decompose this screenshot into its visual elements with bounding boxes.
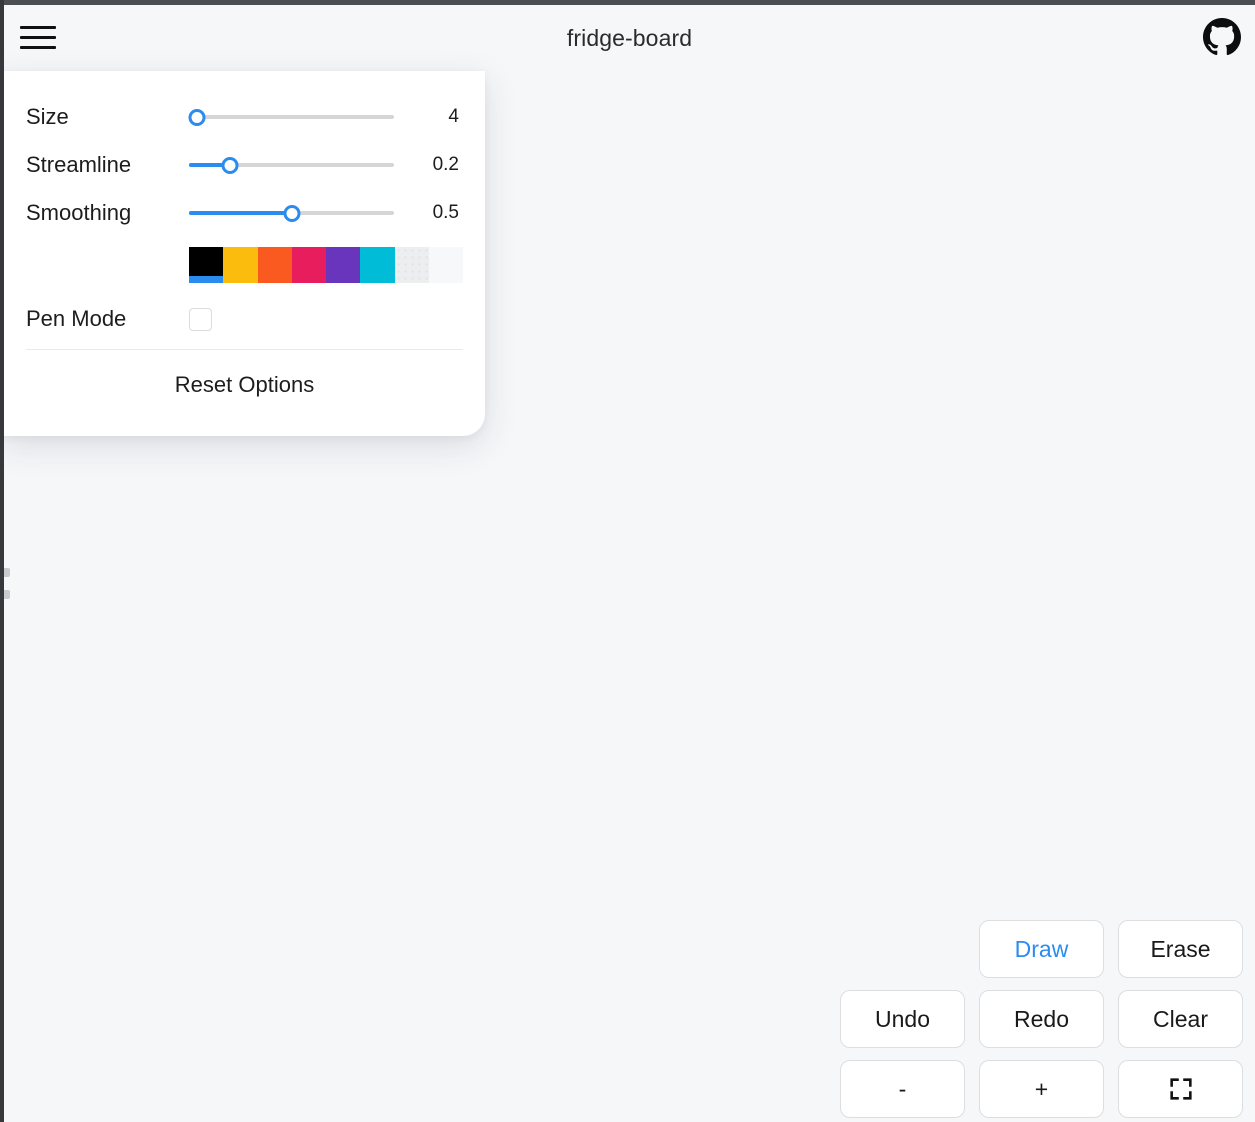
toolbar: Draw Erase Undo Redo Clear - +: [840, 920, 1243, 1118]
streamline-slider[interactable]: [189, 154, 394, 176]
color-swatch-transparent[interactable]: [394, 247, 429, 283]
slider-fill: [189, 211, 292, 215]
slider-thumb[interactable]: [283, 204, 300, 222]
window-left-edge: [0, 0, 4, 1122]
app-header: fridge-board: [4, 5, 1255, 69]
erase-label: Erase: [1150, 935, 1211, 962]
fullscreen-button[interactable]: [1118, 1060, 1243, 1118]
undo-label: Undo: [875, 1005, 930, 1032]
color-swatch-pink[interactable]: [291, 247, 326, 283]
zoom-out-button[interactable]: -: [840, 1060, 965, 1118]
option-label-pen-mode: Pen Mode: [26, 306, 127, 331]
option-label-streamline: Streamline: [26, 152, 132, 177]
app-root: fridge-board Size 4 Streamline 0.2 Smoot…: [4, 5, 1255, 1122]
drawer-handle-mark: [4, 568, 10, 577]
color-swatch-purple[interactable]: [326, 247, 361, 283]
drawer-handle[interactable]: [4, 568, 10, 608]
option-row-streamline: Streamline 0.2: [26, 141, 463, 189]
window-top-edge: [0, 0, 1255, 5]
drawer-handle-mark: [4, 590, 10, 599]
slider-thumb[interactable]: [188, 108, 206, 126]
draw-button[interactable]: Draw: [979, 920, 1104, 978]
option-label-smoothing: Smoothing: [26, 200, 132, 225]
redo-label: Redo: [1014, 1005, 1069, 1032]
slider-track: [189, 115, 394, 119]
option-row-smoothing: Smoothing 0.5: [26, 189, 463, 237]
option-value-streamline: 0.2: [432, 154, 459, 175]
color-swatch-amber[interactable]: [223, 247, 258, 283]
erase-button[interactable]: Erase: [1118, 920, 1243, 978]
color-swatch-black[interactable]: [189, 247, 224, 283]
zoom-out-label: -: [898, 1075, 907, 1102]
undo-button[interactable]: Undo: [840, 990, 965, 1048]
clear-button[interactable]: Clear: [1118, 990, 1243, 1048]
zoom-in-button[interactable]: +: [979, 1060, 1104, 1118]
option-value-size: 4: [448, 106, 459, 127]
fullscreen-icon: [1167, 1075, 1195, 1103]
github-icon[interactable]: [1203, 18, 1241, 56]
smoothing-slider[interactable]: [189, 202, 394, 224]
option-row-size: Size 4: [26, 93, 463, 141]
color-swatch-orange[interactable]: [257, 247, 292, 283]
color-palette: [189, 247, 463, 283]
option-value-smoothing: 0.5: [432, 202, 459, 223]
reset-options-button[interactable]: Reset Options: [26, 350, 463, 408]
draw-label: Draw: [1014, 935, 1069, 962]
settings-panel: Size 4 Streamline 0.2 Smoothing 0.5 Pen …: [4, 71, 485, 436]
color-swatch-cyan[interactable]: [360, 247, 395, 283]
pen-mode-checkbox[interactable]: [189, 307, 212, 331]
size-slider[interactable]: [188, 106, 394, 128]
option-row-color: [26, 237, 463, 293]
page-title: fridge-board: [566, 25, 693, 51]
option-label-size: Size: [26, 104, 69, 129]
color-swatch-white[interactable]: [428, 247, 463, 283]
zoom-in-label: +: [1034, 1075, 1049, 1102]
redo-button[interactable]: Redo: [979, 990, 1104, 1048]
clear-label: Clear: [1153, 1005, 1208, 1032]
slider-thumb[interactable]: [221, 156, 239, 174]
option-row-pen-mode: Pen Mode: [26, 293, 463, 345]
